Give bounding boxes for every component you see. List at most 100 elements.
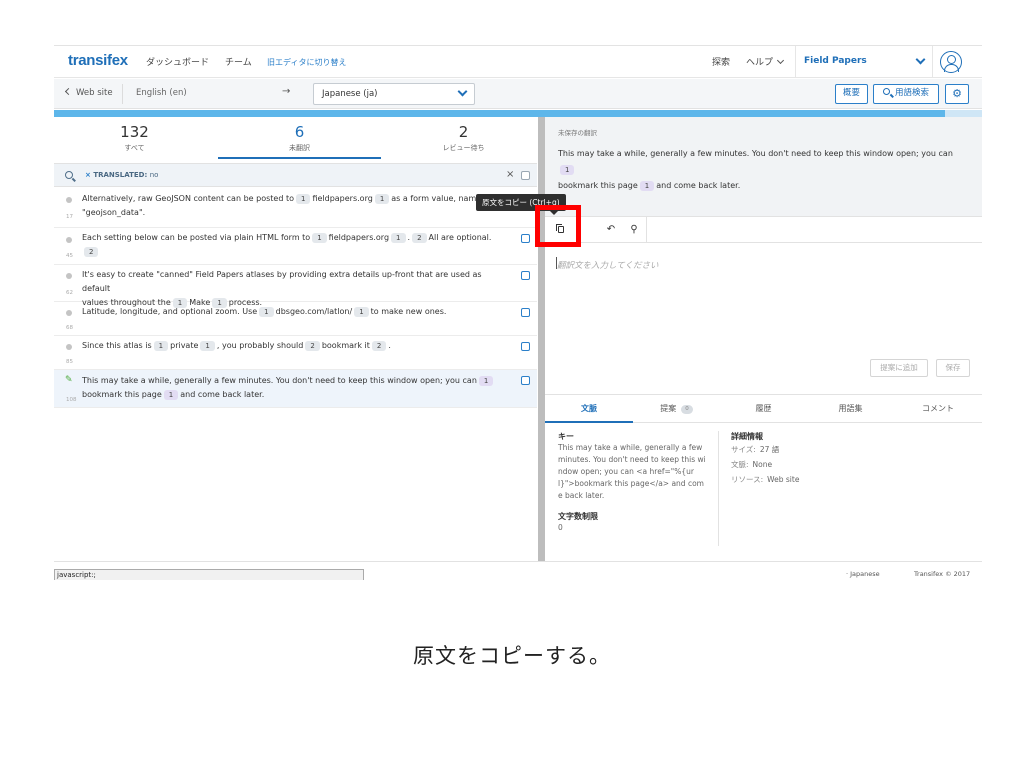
stat-untranslated[interactable]: 6 未翻訳	[219, 123, 380, 153]
translation-progress-bar	[54, 110, 982, 117]
placeholder-tag: 1	[312, 233, 327, 243]
user-avatar-icon[interactable]	[940, 51, 962, 73]
tab-context[interactable]: 文脈	[545, 403, 633, 414]
target-language-value: Japanese (ja)	[322, 89, 378, 99]
transifex-editor: transifex ダッシュボード チーム 旧エディタに切り替え 探索 ヘルプ …	[54, 45, 982, 580]
text-segment: Latitude, longitude, and optional zoom. …	[82, 307, 258, 316]
string-index: 17	[66, 214, 73, 220]
nav-search[interactable]: 探索	[712, 55, 730, 68]
string-list-panel: 132 すべて 6 未翻訳 2 レビュー待ち × TRANSLATED: no …	[54, 117, 537, 561]
size-label: サイズ:	[731, 445, 756, 454]
filter-key: TRANSLATED:	[93, 171, 148, 179]
undo-button[interactable]: ↶	[600, 223, 622, 239]
source-string: This may take a while, generally a few m…	[82, 374, 502, 402]
progress-fill	[54, 110, 945, 117]
back-to-resource-link[interactable]: Web site	[64, 87, 113, 98]
annotation-highlight-box	[535, 205, 581, 247]
settings-button[interactable]: ⚙	[945, 84, 969, 104]
text-segment: dbsgeo.com/latlon/	[275, 307, 353, 316]
text-segment: bookmark it	[321, 341, 370, 350]
tab-suggestions[interactable]: 提案 0	[633, 403, 720, 414]
translation-input[interactable]: 翻訳文を入力してください	[557, 259, 659, 271]
text-segment: private	[170, 341, 199, 350]
text-segment: to make new ones.	[370, 307, 447, 316]
back-link-label: Web site	[76, 88, 113, 98]
row-checkbox[interactable]	[521, 234, 530, 243]
list-item[interactable]: 45 Each setting below can be posted via …	[54, 228, 537, 265]
nav-help-label: ヘルプ	[746, 58, 774, 68]
text-segment: and come back later.	[180, 390, 265, 399]
panel-resize-handle[interactable]	[538, 117, 545, 561]
save-button[interactable]: 保存	[936, 359, 970, 377]
row-checkbox[interactable]	[521, 308, 530, 317]
source-text-display: This may take a while, generally a few m…	[558, 146, 968, 194]
text-segment: bookmark this page	[558, 181, 638, 190]
size-value: 27 語	[759, 445, 780, 454]
context-tab-content: キー This may take a while, generally a fe…	[545, 423, 982, 561]
chevron-down-icon[interactable]	[915, 54, 926, 65]
list-item[interactable]: 85 Since this atlas is 1 private 1, you pro…	[54, 336, 537, 370]
context-row: 文脈: None	[731, 457, 931, 472]
status-dot	[66, 310, 72, 316]
attach-button[interactable]: ⚲	[623, 223, 645, 239]
nav-dashboard[interactable]: ダッシュボード	[146, 55, 209, 68]
list-item[interactable]: 17 Alternatively, raw GeoJSON content ca…	[54, 188, 537, 228]
glossary-search-button[interactable]: 用語検索	[873, 84, 939, 104]
clear-filter-icon[interactable]: ×	[506, 169, 514, 180]
string-index: 45	[66, 253, 73, 259]
list-item[interactable]: 62 It's easy to create "canned" Field Pa…	[54, 265, 537, 308]
footer-copyright: Transifex © 2017	[914, 570, 971, 578]
row-checkbox[interactable]	[521, 271, 530, 280]
stat-count: 6	[294, 123, 305, 141]
switch-old-editor-link[interactable]: 旧エディタに切り替え	[267, 57, 346, 68]
row-checkbox[interactable]	[521, 342, 530, 351]
text-segment: , you probably should	[216, 341, 304, 350]
paperclip-icon: ⚲	[630, 224, 638, 235]
nav-divider	[795, 46, 796, 78]
stat-review[interactable]: 2 レビュー待ち	[383, 123, 544, 153]
char-limit-value: 0	[558, 523, 563, 532]
placeholder-tag: 1	[478, 376, 494, 386]
placeholder-tag: 1	[354, 307, 369, 317]
footer-language-link[interactable]: · Japanese	[846, 570, 880, 578]
stat-all[interactable]: 132 すべて	[54, 123, 215, 153]
overview-button[interactable]: 概要	[835, 84, 868, 104]
info-tabs: 文脈 提案 0 履歴 用語集 コメント	[545, 394, 982, 423]
status-dot	[66, 197, 72, 203]
tab-history[interactable]: 履歴	[720, 403, 807, 414]
unsaved-translation-box: 未保存の翻訳 This may take a while, generally …	[545, 117, 982, 217]
glossary-search-label: 用語検索	[894, 88, 929, 98]
editor-tools: ↶ ⚲	[545, 217, 982, 243]
target-language-select[interactable]: Japanese (ja)	[313, 83, 475, 105]
stat-label: レビュー待ち	[442, 144, 485, 152]
nav-help[interactable]: ヘルプ	[746, 55, 785, 68]
editor-toolbar: Web site English (en) → Japanese (ja) 概要…	[54, 79, 982, 109]
select-all-checkbox[interactable]	[521, 171, 530, 180]
remove-filter-icon[interactable]: ×	[85, 171, 91, 179]
details-title: 詳細情報	[731, 432, 763, 441]
project-selector[interactable]: Field Papers	[804, 56, 867, 66]
stat-count: 132	[120, 123, 149, 141]
row-checkbox[interactable]	[521, 376, 530, 385]
text-segment: It's easy to create "canned" Field Paper…	[82, 270, 482, 293]
tab-comments[interactable]: コメント	[894, 403, 982, 414]
search-icon[interactable]	[65, 171, 73, 179]
status-dot	[66, 344, 72, 350]
nav-team[interactable]: チーム	[225, 55, 252, 68]
add-suggestion-button[interactable]: 提案に追加	[870, 359, 928, 377]
tab-glossary[interactable]: 用語集	[807, 403, 894, 414]
transifex-logo[interactable]: transifex	[68, 52, 128, 69]
toolbar-divider	[122, 84, 123, 104]
text-segment: and come back later.	[656, 181, 741, 190]
list-item-selected[interactable]: ✎ 108 This may take a while, generally a…	[54, 370, 537, 408]
text-segment: Since this atlas is	[82, 341, 152, 350]
string-index: 85	[66, 359, 73, 365]
browser-status-bar: javascript:;	[54, 569, 364, 580]
stat-count: 2	[458, 123, 469, 141]
stat-label: すべて	[124, 144, 145, 152]
source-string: Each setting below can be posted via pla…	[82, 231, 502, 259]
tab-label: 提案	[660, 404, 677, 413]
list-item[interactable]: 68 Latitude, longitude, and optional zoo…	[54, 302, 537, 336]
chevron-down-icon	[457, 86, 468, 97]
filter-tag[interactable]: × TRANSLATED: no	[85, 171, 158, 179]
